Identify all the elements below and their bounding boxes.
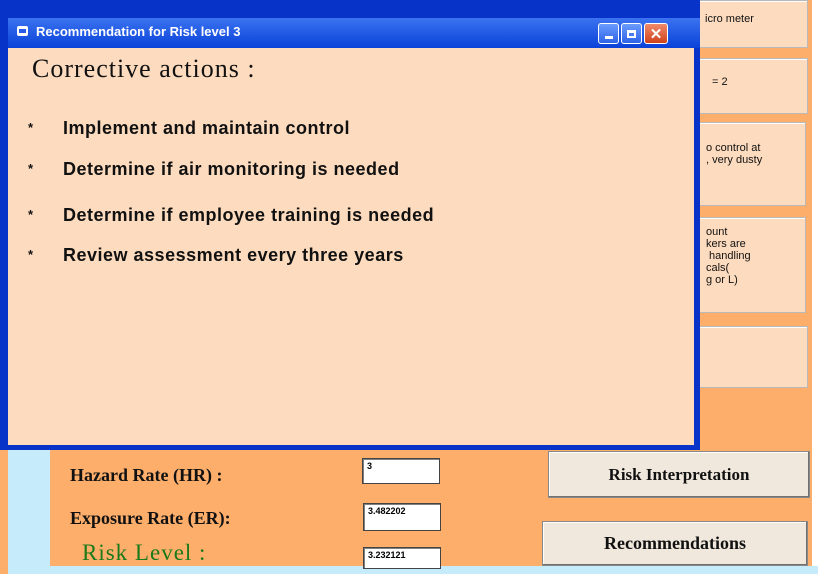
recommendations-button[interactable]: Recommendations — [542, 521, 808, 566]
risk-interpretation-button[interactable]: Risk Interpretation — [548, 451, 810, 498]
action-text: Implement and maintain control — [63, 118, 351, 138]
action-text: Review assessment every three years — [63, 245, 404, 265]
hazard-rate-field[interactable]: 3 — [362, 458, 440, 484]
window-edge — [812, 0, 818, 574]
window-title: Recommendation for Risk level 3 — [36, 24, 241, 39]
action-item: * Determine if air monitoring is needed — [28, 159, 400, 180]
action-text: Determine if air monitoring is needed — [63, 159, 400, 179]
hazard-rate-label: Hazard Rate (HR) : — [70, 465, 223, 485]
risk-level-field[interactable]: 3.232121 — [363, 547, 441, 569]
close-icon: ✕ — [649, 25, 663, 43]
bullet-icon: * — [28, 247, 34, 262]
exposure-rate-field[interactable]: 3.482202 — [363, 503, 441, 531]
bullet-icon: * — [28, 161, 34, 176]
corrective-actions-heading: Corrective actions : — [32, 54, 256, 83]
action-text: Determine if employee training is needed — [63, 205, 435, 225]
action-item: * Implement and maintain control — [28, 118, 350, 139]
minimize-icon — [604, 36, 613, 39]
window-icon[interactable] — [17, 26, 28, 36]
maximize-button[interactable] — [621, 23, 642, 44]
minimize-button[interactable] — [598, 23, 619, 44]
maximize-icon — [627, 29, 636, 38]
action-item: * Review assessment every three years — [28, 245, 404, 266]
close-button[interactable]: ✕ — [644, 23, 668, 44]
bullet-icon: * — [28, 120, 34, 135]
bullet-icon: * — [28, 207, 34, 222]
risk-level-label: Risk Level : — [82, 540, 207, 565]
recommendation-window: Recommendation for Risk level 3 ✕ Correc… — [0, 0, 700, 450]
left-strip — [8, 440, 50, 574]
exposure-rate-label: Exposure Rate (ER): — [70, 508, 231, 528]
action-item: * Determine if employee training is neede… — [28, 205, 434, 226]
